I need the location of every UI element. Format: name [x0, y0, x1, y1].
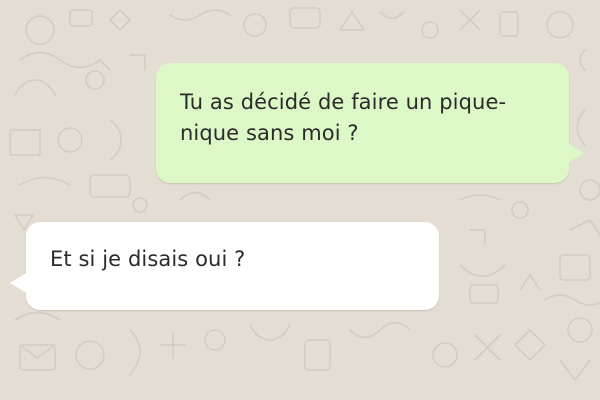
bubble-tail-outgoing — [566, 142, 584, 164]
message-bubble-incoming[interactable]: Et si je disais oui ? — [26, 222, 439, 310]
chat-background — [0, 0, 600, 400]
message-bubble-outgoing[interactable]: Tu as décidé de faire un pique-nique san… — [156, 63, 569, 183]
message-text: Et si je disais oui ? — [50, 247, 246, 271]
message-text: Tu as décidé de faire un pique-nique san… — [180, 90, 507, 145]
bubble-tail-incoming — [10, 272, 28, 294]
doodle-pattern — [9, 7, 600, 381]
